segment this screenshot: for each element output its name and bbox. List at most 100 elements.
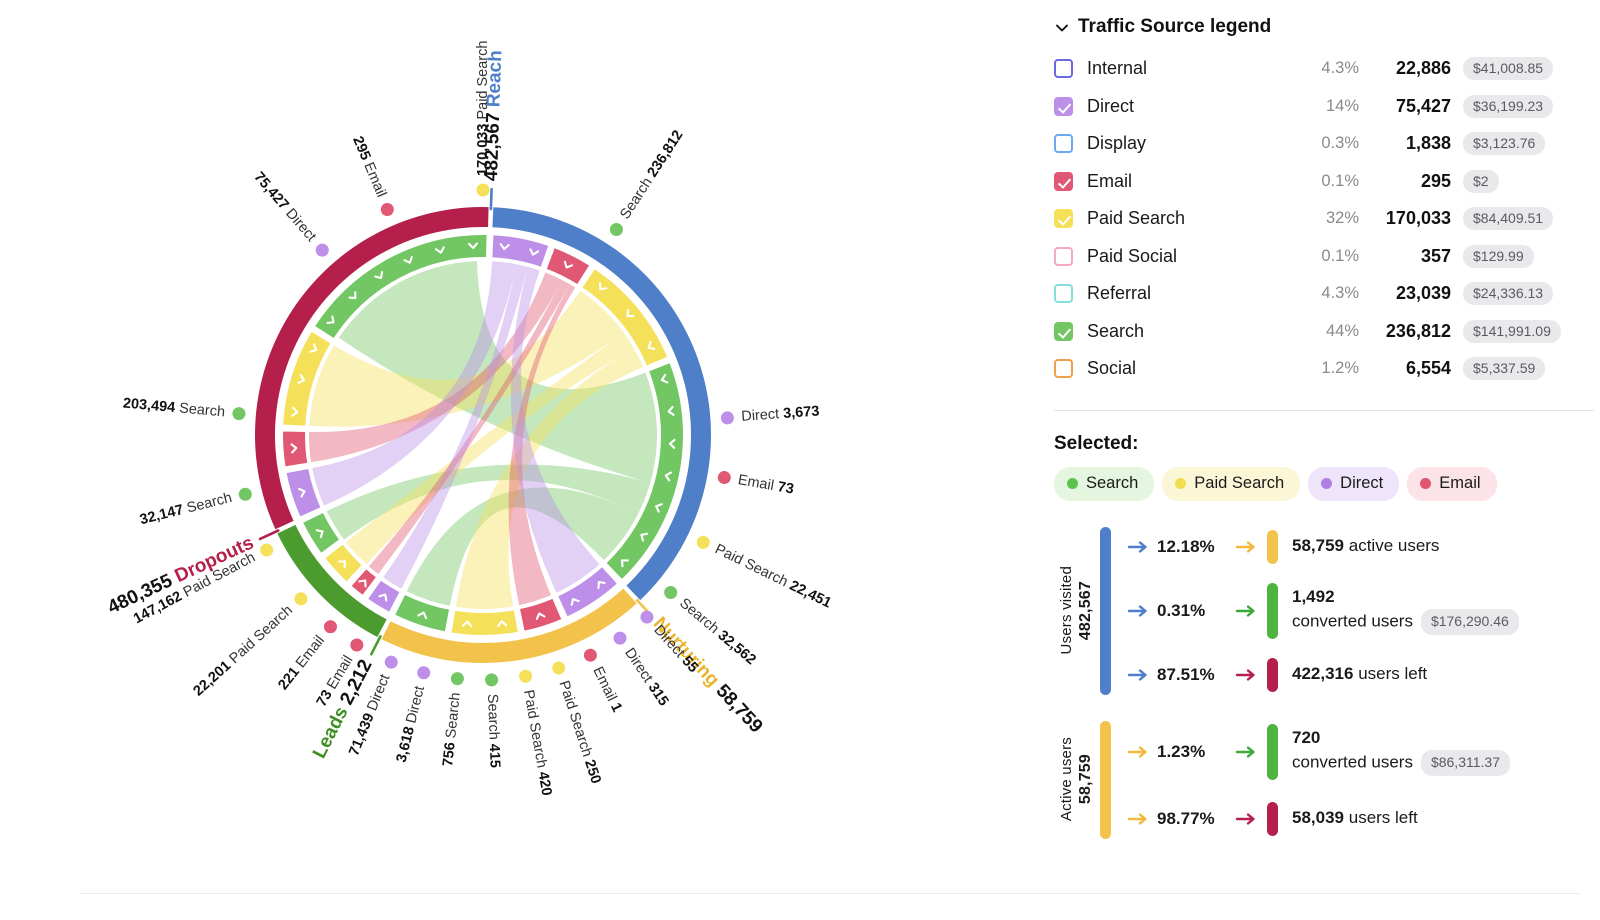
label-color-dot xyxy=(485,673,499,687)
funnel-section: Users visited 482,567 12.18% 58,759 acti… xyxy=(1054,526,1600,839)
chord-source-segment[interactable] xyxy=(449,607,521,637)
chip-label: Email xyxy=(1439,473,1481,492)
funnel-dest-bar[interactable] xyxy=(1267,657,1278,692)
traffic-source-legend-header[interactable]: Traffic Source legend xyxy=(1048,10,1600,50)
funnel-description: 422,316 users left xyxy=(1292,663,1427,686)
arrow-right-icon xyxy=(1127,812,1147,825)
legend-revenue: $41,008.85 xyxy=(1463,57,1554,81)
funnel-description: 58,759 active users xyxy=(1292,535,1439,558)
selected-chip-list: Search Paid Search Direct Email xyxy=(1054,466,1600,501)
funnel-dest-bar[interactable] xyxy=(1267,801,1278,836)
chip-color-dot xyxy=(1175,477,1187,489)
legend-checkbox[interactable] xyxy=(1054,171,1073,191)
funnel-source-bar[interactable] xyxy=(1100,720,1111,839)
legend-row[interactable]: Paid Search 32% 170,033 $84,409.51 xyxy=(1048,200,1600,238)
funnel-axis-value: 482,567 xyxy=(1076,580,1094,641)
legend-count: 357 xyxy=(1420,245,1451,266)
funnel-source-arrow xyxy=(1127,668,1153,682)
arrow-right-icon xyxy=(1127,540,1147,553)
funnel-source-bar[interactable] xyxy=(1100,526,1111,695)
legend-checkbox[interactable] xyxy=(1054,59,1073,79)
legend-label: Direct xyxy=(1087,95,1135,116)
chord-diagram[interactable]: 482,567 ReachNurturing 58,759Leads 2,212… xyxy=(0,0,1040,900)
traffic-source-legend-list: Internal 4.3% 22,886 $41,008.85 Direct 14% 75,… xyxy=(1048,50,1600,388)
chevron-down-icon[interactable] xyxy=(1054,20,1068,34)
label-color-dot xyxy=(350,638,364,652)
label-color-dot xyxy=(232,407,246,421)
label-color-dot xyxy=(380,202,394,216)
funnel-dest-bar[interactable] xyxy=(1267,582,1278,639)
chip-label: Paid Search xyxy=(1194,473,1285,492)
legend-revenue: $3,123.76 xyxy=(1463,132,1546,156)
funnel-row[interactable]: 1.23% 720 converted users $86,311.37 xyxy=(1127,721,1600,783)
app-root: 482,567 Reach Nurturing 58,759 Leads 2,212… xyxy=(0,0,1600,920)
source-flow-label: 756 Search xyxy=(440,692,464,767)
label-color-dot xyxy=(450,672,464,686)
funnel-dest-bar[interactable] xyxy=(1267,529,1278,564)
funnel-description: 58,039 users left xyxy=(1292,807,1418,830)
legend-percent: 4.3% xyxy=(1321,59,1359,78)
legend-label: Paid Social xyxy=(1087,245,1178,266)
chip-label: Direct xyxy=(1340,473,1384,492)
legend-label: Paid Search xyxy=(1087,208,1186,229)
arrow-right-icon xyxy=(1235,745,1255,758)
selected-chip[interactable]: Paid Search xyxy=(1162,466,1301,501)
legend-row[interactable]: Referral 4.3% 23,039 $24,336.13 xyxy=(1048,275,1600,313)
legend-checkbox[interactable] xyxy=(1054,96,1073,116)
funnel-source-arrow xyxy=(1127,540,1153,554)
funnel-dest-arrow xyxy=(1235,604,1261,618)
funnel-row[interactable]: 87.51% 422,316 users left xyxy=(1127,655,1600,695)
funnel-axis: Users visited 482,567 xyxy=(1054,527,1098,695)
legend-row[interactable]: Social 1.2% 6,554 $5,337.59 xyxy=(1048,350,1600,388)
legend-row[interactable]: Internal 4.3% 22,886 $41,008.85 xyxy=(1048,50,1600,88)
source-flow-label: Email 73 xyxy=(737,472,795,498)
legend-row[interactable]: Paid Social 0.1% 357 $129.99 xyxy=(1048,238,1600,276)
legend-percent: 4.3% xyxy=(1321,284,1359,303)
legend-checkbox[interactable] xyxy=(1054,246,1073,266)
chord-labels: 482,567 ReachNurturing 58,759Leads 2,212… xyxy=(105,41,834,797)
funnel-row[interactable]: 12.18% 58,759 active users xyxy=(1127,527,1600,567)
legend-checkbox[interactable] xyxy=(1054,284,1073,304)
selected-chip[interactable]: Direct xyxy=(1308,466,1400,501)
funnel-dest-bar[interactable] xyxy=(1267,723,1278,780)
legend-row[interactable]: Direct 14% 75,427 $36,199.23 xyxy=(1048,88,1600,126)
legend-row[interactable]: Email 0.1% 295 $2 xyxy=(1048,163,1600,201)
selected-chip[interactable]: Search xyxy=(1054,466,1155,501)
legend-checkbox[interactable] xyxy=(1054,321,1073,341)
legend-row[interactable]: Display 0.3% 1,838 $3,123.76 xyxy=(1048,125,1600,163)
legend-label: Social xyxy=(1087,358,1137,379)
legend-percent: 0.1% xyxy=(1321,246,1359,265)
label-color-dot xyxy=(260,543,274,557)
chip-color-dot xyxy=(1321,477,1333,489)
legend-percent: 44% xyxy=(1325,321,1359,340)
legend-row[interactable]: Search 44% 236,812 $141,991.09 xyxy=(1048,313,1600,351)
selected-title: Selected: xyxy=(1054,432,1139,454)
legend-count: 22,886 xyxy=(1395,58,1451,79)
chip-color-dot xyxy=(1067,477,1078,489)
funnel-description: 720 converted users $86,311.37 xyxy=(1292,727,1510,776)
funnel-axis-label: Users visited xyxy=(1057,566,1075,655)
funnel-block: Users visited 482,567 12.18% 58,759 acti… xyxy=(1054,526,1600,695)
chord-ribbons xyxy=(308,261,657,609)
funnel-dest-arrow xyxy=(1235,540,1261,554)
legend-checkbox[interactable] xyxy=(1054,359,1073,379)
selected-chip[interactable]: Email xyxy=(1407,466,1497,501)
legend-checkbox[interactable] xyxy=(1054,209,1073,229)
label-color-dot xyxy=(294,592,308,606)
legend-count: 23,039 xyxy=(1395,283,1451,304)
legend-checkbox[interactable] xyxy=(1054,134,1073,154)
funnel-value: 422,316 xyxy=(1292,664,1354,684)
funnel-value: 58,759 xyxy=(1292,536,1344,556)
funnel-text: converted users xyxy=(1292,611,1413,631)
source-flow-label: Paid Search 250 xyxy=(556,679,604,786)
chip-label: Search xyxy=(1086,473,1139,492)
funnel-axis-value: 58,759 xyxy=(1076,754,1094,805)
label-color-dot xyxy=(696,535,710,549)
label-color-dot xyxy=(384,655,398,669)
source-flow-label: Direct 315 xyxy=(621,645,671,709)
funnel-row[interactable]: 0.31% 1,492 converted users $176,290.46 xyxy=(1127,580,1600,642)
legend-percent: 32% xyxy=(1325,209,1359,228)
funnel-rows: 1.23% 720 converted users $86,311.37 98.77… xyxy=(1127,721,1600,839)
funnel-row[interactable]: 98.77% 58,039 users left xyxy=(1127,799,1600,839)
source-flow-label: 32,147 Search xyxy=(138,490,233,528)
